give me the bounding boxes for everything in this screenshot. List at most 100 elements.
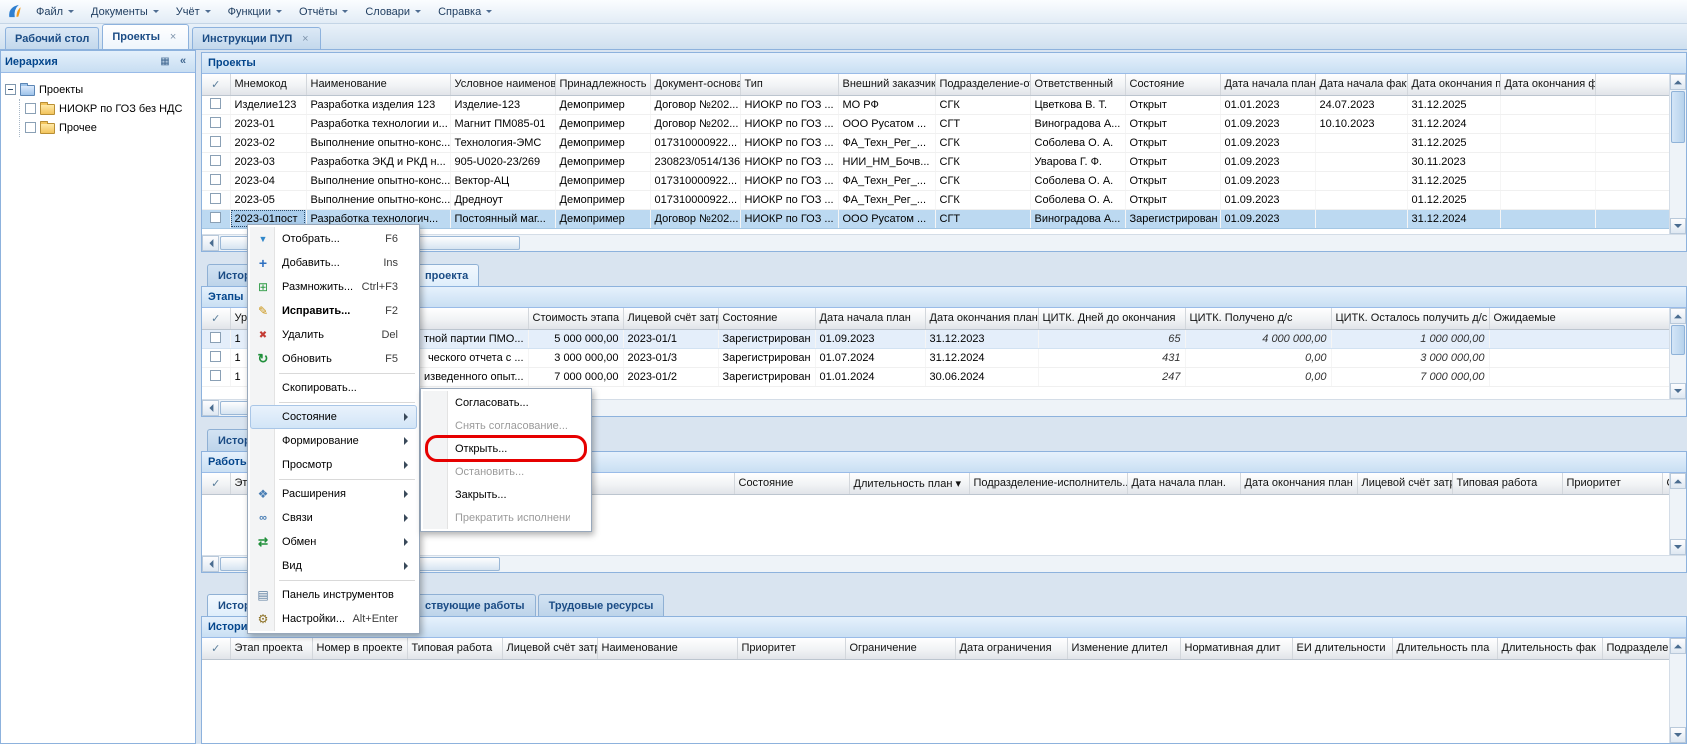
column-header[interactable]: Дата окончания план [1240, 473, 1357, 494]
row-checkbox[interactable] [210, 370, 221, 381]
column-header[interactable]: Дата начала факт [1315, 74, 1407, 95]
scrollbar-thumb[interactable] [1671, 325, 1685, 355]
column-header[interactable]: Подразделение-от [935, 74, 1030, 95]
context-menu-item[interactable]: Настройки... Alt+Enter [250, 607, 417, 631]
context-menu-item[interactable]: Отобрать... F6 [250, 227, 417, 251]
column-header[interactable]: Дата начала план. [1127, 473, 1240, 494]
column-header[interactable]: Ожидаемые [1489, 308, 1669, 329]
submenu-item[interactable]: Открыть... [423, 437, 589, 460]
column-header[interactable]: Типовая работа [407, 638, 502, 659]
scroll-up-icon[interactable] [1670, 308, 1686, 324]
column-header[interactable]: ЦИТК. Дней до окончания [1038, 308, 1185, 329]
collapse-panel-icon[interactable] [175, 54, 191, 70]
column-header[interactable]: Номер в проекте [312, 638, 407, 659]
grid-row[interactable]: 2023-04Выполнение опытно-конс...Вектор-А… [202, 171, 1669, 190]
scroll-down-icon[interactable] [1670, 218, 1686, 234]
tree-item[interactable]: НИОКР по ГОЗ без НДС [20, 99, 191, 118]
submenu-item[interactable]: Снять согласование... [423, 414, 589, 437]
select-all-header[interactable] [202, 638, 230, 659]
column-header[interactable]: Длительность пла [1392, 638, 1497, 659]
context-menu-item[interactable]: Связи [250, 506, 417, 530]
grid-row[interactable]: 2023-03Разработка ЭКД и РКД н...905-U020… [202, 152, 1669, 171]
menubar-item[interactable]: Учёт [168, 2, 220, 22]
row-checkbox[interactable] [210, 136, 221, 147]
submenu-item[interactable]: Прекратить исполнение... [423, 506, 589, 529]
row-checkbox[interactable] [210, 212, 221, 223]
grid-row[interactable]: Изделие123Разработка изделия 123Изделие-… [202, 95, 1669, 114]
scroll-up-icon[interactable] [1670, 74, 1686, 90]
scrollbar-track[interactable] [1670, 489, 1686, 539]
section-tab[interactable]: ствующие работы [414, 594, 536, 616]
vertical-scrollbar[interactable] [1669, 638, 1686, 743]
collapse-expander-icon[interactable] [5, 84, 16, 95]
column-header[interactable]: Нормативная длит [1180, 638, 1292, 659]
submenu-item[interactable]: Закрыть... [423, 483, 589, 506]
column-header[interactable]: Документ-основан [650, 74, 740, 95]
document-tab[interactable]: Проекты [102, 24, 189, 49]
tree-item[interactable]: Прочее [20, 118, 191, 137]
column-header[interactable]: Состояние [734, 473, 849, 494]
tab-close-icon[interactable] [299, 33, 311, 45]
context-menu-item[interactable]: Добавить... Ins [250, 251, 417, 275]
select-all-header[interactable] [202, 308, 230, 329]
menubar-item[interactable]: Справка [430, 2, 501, 22]
column-header[interactable]: Условное наименова [450, 74, 555, 95]
column-header[interactable]: Внешний заказчик [838, 74, 935, 95]
horizontal-scrollbar[interactable] [202, 555, 1686, 572]
context-menu-item[interactable]: Удалить Del [250, 323, 417, 347]
scrollbar-track[interactable] [1670, 356, 1686, 383]
submenu-item[interactable]: Согласовать... [423, 391, 589, 414]
scrollbar-thumb[interactable] [1671, 91, 1685, 143]
context-menu-item[interactable]: Размножить... Ctrl+F3 [250, 275, 417, 299]
tab-close-icon[interactable] [167, 31, 179, 43]
select-all-header[interactable] [202, 74, 230, 95]
column-header[interactable]: Наименование [306, 74, 450, 95]
grid-row[interactable]: 1ческого отчета с ...3 000 000,002023-01… [202, 348, 1669, 367]
scrollbar-track[interactable] [1670, 654, 1686, 727]
scroll-up-icon[interactable] [1670, 638, 1686, 654]
context-menu-item[interactable]: Состояние [250, 405, 417, 429]
context-menu-item[interactable]: Расширения [250, 482, 417, 506]
scroll-left-icon[interactable] [202, 235, 219, 251]
column-header[interactable]: Длительность фак [1497, 638, 1602, 659]
document-tab[interactable]: Рабочий стол [5, 27, 99, 49]
scrollbar-track[interactable] [501, 556, 1686, 572]
vertical-scrollbar[interactable] [1669, 473, 1686, 555]
scroll-left-icon[interactable] [202, 556, 219, 572]
tree-item-checkbox[interactable] [25, 122, 36, 133]
row-checkbox[interactable] [210, 332, 221, 343]
column-header[interactable]: Приоритет [737, 638, 845, 659]
context-menu-item[interactable]: Просмотр [250, 453, 417, 477]
column-header[interactable]: Дата начала план. [1220, 74, 1315, 95]
column-header[interactable]: ЕИ длительности [1292, 638, 1392, 659]
menubar-item[interactable]: Файл [28, 2, 83, 22]
scroll-left-icon[interactable] [202, 400, 219, 416]
select-all-header[interactable] [202, 473, 230, 494]
column-header[interactable]: Дата начала план [815, 308, 925, 329]
grid-row[interactable]: 2023-01Разработка технологии и...Магнит … [202, 114, 1669, 133]
column-header[interactable]: Тип [740, 74, 838, 95]
scroll-down-icon[interactable] [1670, 727, 1686, 743]
scroll-up-icon[interactable] [1670, 473, 1686, 489]
row-checkbox[interactable] [210, 155, 221, 166]
column-header[interactable]: Состояние [718, 308, 815, 329]
context-menu-item[interactable]: Панель инструментов [250, 583, 417, 607]
column-header[interactable]: ЦИТК. Осталось получить д/с [1331, 308, 1489, 329]
column-header[interactable]: Подразделение-ис [1602, 638, 1669, 659]
panel-options-icon[interactable] [157, 54, 173, 70]
grid-row[interactable]: 2023-01постРазработка технологич...Посто… [202, 209, 1669, 228]
section-tab[interactable]: проекта [414, 264, 479, 286]
horizontal-scrollbar[interactable] [202, 234, 1686, 251]
column-header[interactable]: Лицевой счёт затр [502, 638, 597, 659]
context-menu-item[interactable]: Обмен [250, 530, 417, 554]
column-header[interactable]: Типовая работа [1452, 473, 1562, 494]
grid-row[interactable]: 1изведенного опыт...7 000 000,002023-01/… [202, 367, 1669, 386]
column-header[interactable]: Ограничение [845, 638, 955, 659]
menubar-item[interactable]: Словари [357, 2, 430, 22]
column-header[interactable]: Подразделение-исполнитель.. [969, 473, 1127, 494]
row-checkbox[interactable] [210, 351, 221, 362]
column-header[interactable]: Дата окончания план [925, 308, 1038, 329]
column-header[interactable]: Лицевой счёт затр [1357, 473, 1452, 494]
column-header[interactable]: Изменение длител [1067, 638, 1180, 659]
column-header[interactable]: Лицевой счёт затрат [623, 308, 718, 329]
